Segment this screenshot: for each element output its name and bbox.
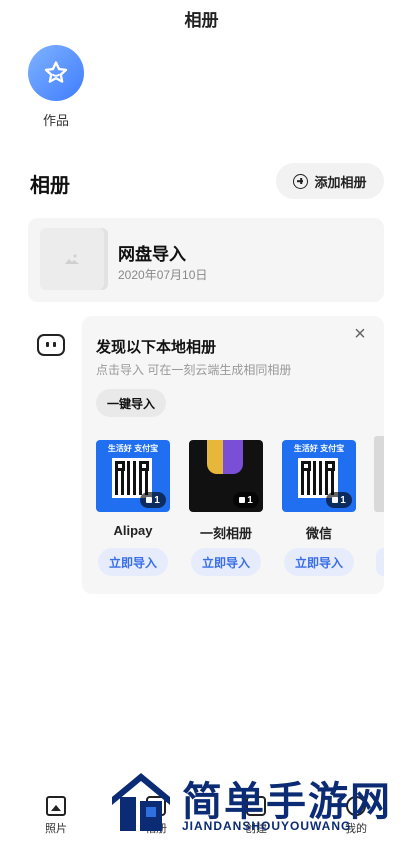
photo-count-icon xyxy=(239,497,246,503)
import-now-button[interactable]: 立即导入 xyxy=(191,548,261,576)
local-album-name: 一刻相册 xyxy=(199,526,252,541)
discover-title: 发现以下本地相册 xyxy=(96,339,217,356)
thumb-banner: 生活好 支付宝 xyxy=(293,444,345,453)
add-circle-icon xyxy=(293,173,309,189)
tab-label: 照片 xyxy=(45,823,67,835)
tab-photos[interactable]: 照片 xyxy=(26,796,86,836)
photo-icon xyxy=(46,796,66,816)
count-badge: 1 xyxy=(326,492,352,508)
add-album-button[interactable]: 添加相册 xyxy=(276,163,384,199)
photo-count-icon xyxy=(146,497,153,503)
photo-count-icon xyxy=(332,497,339,503)
local-album-thumb[interactable]: 生活好 支付宝 1 xyxy=(282,440,356,512)
import-now-button[interactable]: 立即导入 xyxy=(98,548,168,576)
works-button[interactable] xyxy=(28,45,84,101)
import-now-button-partial[interactable] xyxy=(376,548,384,576)
albums-section-title: 相册 xyxy=(30,175,70,197)
import-now-button[interactable]: 立即导入 xyxy=(284,548,354,576)
local-album-thumb[interactable]: 1 xyxy=(189,440,263,512)
local-album-name: Alipay xyxy=(113,523,153,538)
page-title: 相册 xyxy=(184,11,219,30)
star-icon xyxy=(44,61,68,83)
local-album-name: 微信 xyxy=(305,526,332,541)
works-label: 作品 xyxy=(42,113,69,128)
album-name: 网盘导入 xyxy=(118,245,186,264)
watermark-subtitle: JIANDANSHOUYOUWANG xyxy=(182,819,352,833)
close-icon[interactable]: × xyxy=(350,324,370,344)
thumb-photo xyxy=(207,440,243,474)
image-placeholder-icon xyxy=(65,254,79,264)
robot-icon xyxy=(37,334,65,356)
album-cover xyxy=(40,228,104,290)
count-badge: 1 xyxy=(140,492,166,508)
add-album-label: 添加相册 xyxy=(314,174,367,190)
one-key-import-button[interactable]: 一键导入 xyxy=(96,389,166,417)
house-logo-icon xyxy=(112,773,170,831)
count-badge: 1 xyxy=(233,492,259,508)
discover-subtitle: 点击导入 可在一刻云端生成相同相册 xyxy=(96,363,292,377)
watermark: 简单手游网 JIANDANSHOUYOUWANG xyxy=(108,765,398,835)
local-album-thumb[interactable]: 生活好 支付宝 1 xyxy=(96,440,170,512)
local-album-thumb-partial[interactable] xyxy=(374,436,384,512)
thumb-banner: 生活好 支付宝 xyxy=(107,444,159,453)
album-date: 2020年07月10日 xyxy=(118,268,208,282)
